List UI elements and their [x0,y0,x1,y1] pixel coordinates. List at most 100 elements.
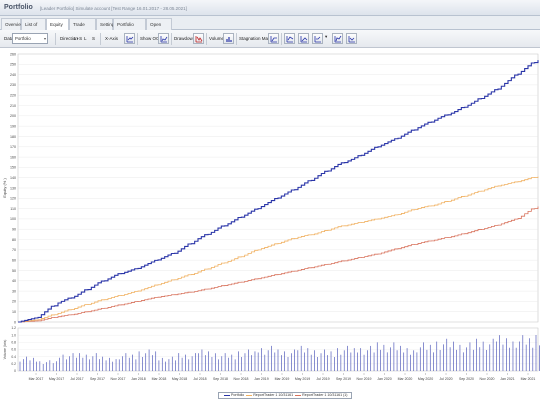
drawdown-button[interactable] [193,33,204,44]
y-tick-label: 220 [10,94,16,98]
x-tick-label: Jan 2021 [500,377,514,381]
volume-y-tick-label: 1.2 [11,326,16,330]
x-tick-label: Jul 2019 [316,377,329,381]
equity-chart[interactable]: 0 10 20 30 40 50 60 70 80 90 100 110 120 130 140 150 160… [0,48,540,326]
x-axis: Mar 2017 May 2017 Jul 2017 Sep 2017 Nov 2017… [29,373,536,381]
legend-label: ReportTrader 1 10/31161 [253,393,294,397]
volume-y-tick-label: 0.2 [11,362,16,366]
tab-list-of-trades[interactable]: List of trades [21,18,46,38]
chart-area[interactable]: 0 10 20 30 40 50 60 70 80 90 100 110 120 130 140 150 160… [0,48,540,405]
direction-option-l[interactable]: L [84,36,87,41]
x-tick-label: Nov 2018 [234,377,249,381]
y-tick-label: 120 [10,197,16,201]
y-tick-label: 170 [10,145,16,149]
tab-bar: Overview List of trades Equity chart Tra… [0,16,540,38]
toolbar-separator [100,33,101,45]
y-tick-label: 130 [10,186,16,190]
settings-button[interactable] [332,33,343,44]
print-icon [348,36,355,43]
chart-icon [126,36,134,43]
data-select[interactable]: Portfolio ▾ [12,33,48,44]
y-tick-label: 140 [10,176,16,180]
toolbar-separator [137,33,138,45]
export-icon [314,36,321,43]
x-tick-label: May 2018 [172,377,187,381]
zoom-in-button[interactable] [284,33,295,44]
y-axis-label: Equity (% ) [2,178,7,198]
x-tick-label: Mar 2017 [29,377,44,381]
x-tick-label: Nov 2020 [480,377,495,381]
x-tick-label: May 2019 [295,377,310,381]
direction-option-ls[interactable]: L+S [74,36,82,41]
x-tick-label: Mar 2018 [152,377,167,381]
y-tick-label: 110 [10,207,16,211]
volume-label: Volume [209,36,225,41]
toolbar-separator [171,33,172,45]
direction-option-s[interactable]: S [92,36,95,41]
data-select-value: Portfolio [15,36,31,41]
y-tick-label: 240 [10,73,16,77]
window-title: Portfolio [4,4,33,11]
y-tick-label: 60 [12,258,16,262]
volume-y-tick-label: 0.6 [11,348,16,352]
y-tick-label: 100 [10,217,16,221]
export-button[interactable] [312,33,323,44]
bar-chart-icon [226,37,232,42]
x-tick-label: Mar 2021 [521,377,536,381]
volume-button[interactable] [223,33,234,44]
volume-y-tick-label: 1.0 [11,333,16,337]
y-tick-label: 150 [10,166,16,170]
y-tick-label: 90 [12,228,16,232]
stagnation-marker-button[interactable] [268,33,279,44]
y-tick-label: 80 [12,238,16,242]
chart-icon [160,36,168,43]
x-tick-label: Jan 2018 [131,377,145,381]
y-tick-label: 250 [10,63,16,67]
tab-overview[interactable]: Overview [1,18,24,30]
legend-label: Portfolio [231,393,245,397]
window-subtitle: [Leader Portfolio] Simulate account [Tes… [40,6,187,11]
x-tick-label: Nov 2019 [357,377,372,381]
x-tick-label: Nov 2017 [111,377,126,381]
volume-y-axis-label: Volume (lots) [3,340,7,360]
x-tick-label: Mar 2019 [275,377,290,381]
app-window: Portfolio [Leader Portfolio] Simulate ac… [0,0,540,405]
zoom-icon [286,36,294,43]
y-tick-label: 210 [10,104,16,108]
volume-y-tick-label: 0.8 [11,341,16,345]
y-tick-label: 50 [12,269,16,273]
y-tick-label: 20 [12,300,16,304]
volume-chart[interactable]: 00.20.40.60.81.01.2Volume (lots) [0,326,540,373]
toolbar-separator [236,33,237,45]
y-tick-label: 260 [10,52,16,56]
y-tick-label: 190 [10,124,16,128]
y-tick-label: 10 [12,310,16,314]
x-axis-button[interactable] [124,33,135,44]
y-tick-label: 70 [12,248,16,252]
toolbar-separator [55,33,56,45]
zoom-out-button[interactable] [298,33,309,44]
x-tick-label: Jul 2017 [70,377,83,381]
print-button[interactable] [346,33,357,44]
chart-legend: Portfolio ReportTrader 1 10/31161 ReportTr… [218,392,352,399]
y-tick-label: 160 [10,155,16,159]
y-tick-label: 30 [12,289,16,293]
x-tick-label: Sep 2019 [336,377,351,381]
chevron-down-icon[interactable]: ▾ [325,34,327,40]
tab-trade-analysis[interactable]: Trade analysis [69,18,96,38]
x-tick-label: Jan 2019 [254,377,268,381]
x-tick-label: Sep 2020 [459,377,474,381]
x-tick-label: Jan 2020 [377,377,391,381]
x-axis-label: X-Axis [105,36,119,41]
y-tick-label: 0 [14,320,16,324]
tab-open-balances[interactable]: Open balances [146,18,172,38]
zoom-icon [300,36,308,43]
title-bar: Portfolio [Leader Portfolio] Simulate ac… [0,0,540,16]
tab-settings[interactable]: Settings [96,18,117,30]
legend-label: ReportTrader 1 10/31161 (1) [302,393,348,397]
x-tick-label: Sep 2017 [90,377,105,381]
show-oos-button[interactable] [158,33,169,44]
tab-portfolio-correlation[interactable]: Portfolio correlation [113,18,146,38]
chart-toolbar: Data Portfolio ▾ Direction L+S L S X-Axi… [0,30,540,48]
x-tick-label: Mar 2020 [398,377,413,381]
